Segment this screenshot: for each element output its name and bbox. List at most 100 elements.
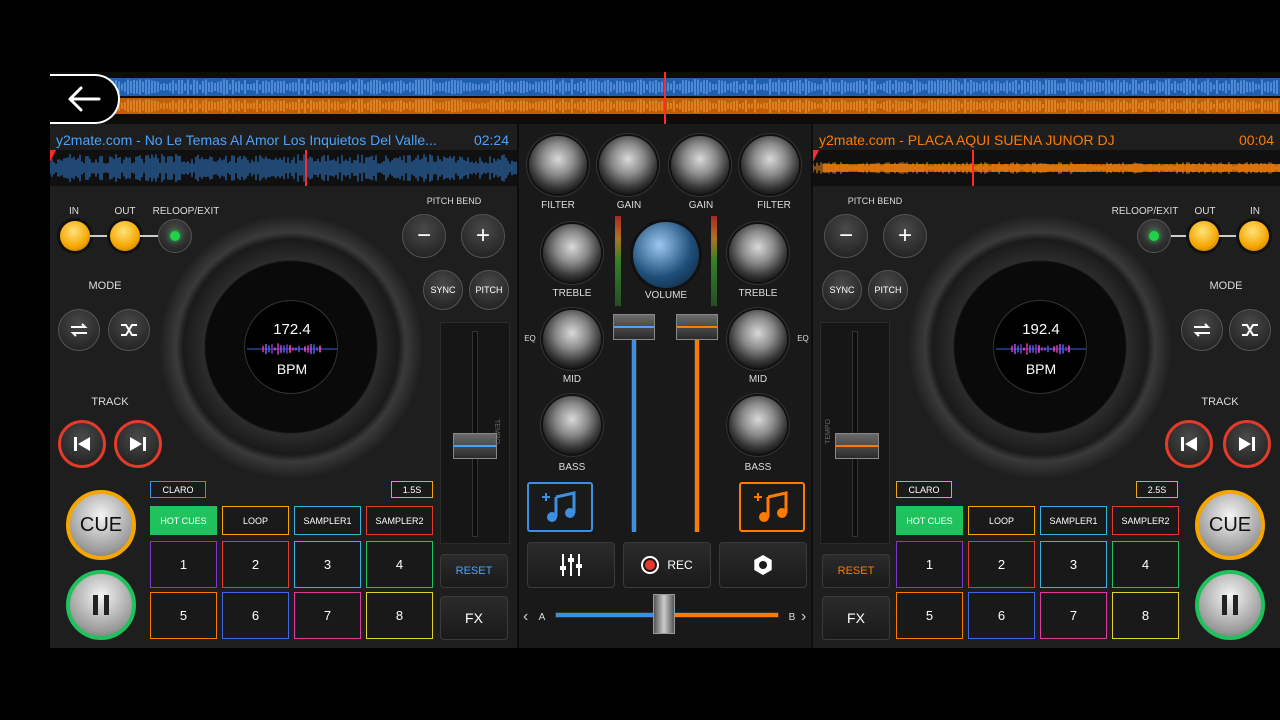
left-out-button[interactable]	[110, 221, 140, 251]
master-volume-knob[interactable]	[633, 222, 699, 288]
right-music-library-button[interactable]	[739, 482, 805, 532]
left-loop-length[interactable]: 1.5S	[391, 481, 433, 498]
left-prev-track-button[interactable]	[58, 420, 106, 468]
right-pad-8[interactable]: 8	[1112, 592, 1179, 639]
record-button[interactable]: REC	[623, 542, 711, 588]
left-sync-button[interactable]: SYNC	[423, 270, 463, 310]
right-pitch-plus-button[interactable]: +	[883, 214, 927, 258]
left-mid-knob[interactable]	[543, 310, 601, 368]
left-tempo-label: TEMPO	[493, 419, 500, 444]
right-channel-fader-handle[interactable]	[676, 314, 718, 340]
left-pad-8[interactable]: 8	[366, 592, 433, 639]
left-tab-sampler2[interactable]: SAMPLER2	[366, 506, 433, 535]
left-reset-button[interactable]: RESET	[440, 554, 508, 588]
left-tempo-handle[interactable]	[453, 433, 497, 459]
right-eq-label: EQ	[797, 334, 809, 343]
left-out-label: OUT	[114, 206, 136, 217]
left-cue-button[interactable]: CUE	[66, 490, 136, 560]
left-music-library-button[interactable]	[527, 482, 593, 532]
left-pad-3[interactable]: 3	[294, 541, 361, 588]
right-mini-waveform[interactable]	[812, 150, 1280, 186]
right-fx-button[interactable]: FX	[822, 596, 890, 640]
left-mini-waveform[interactable]	[49, 150, 517, 186]
right-reset-button[interactable]: RESET	[822, 554, 890, 588]
right-tempo-handle[interactable]	[835, 433, 879, 459]
left-claro-button[interactable]: CLARO	[150, 481, 206, 498]
right-play-pause-button[interactable]	[1195, 570, 1265, 640]
left-pad-4[interactable]: 4	[366, 541, 433, 588]
left-pad-6[interactable]: 6	[222, 592, 289, 639]
right-prev-track-button[interactable]	[1165, 420, 1213, 468]
left-pad-5[interactable]: 5	[150, 592, 217, 639]
right-mid-knob[interactable]	[729, 310, 787, 368]
left-in-button[interactable]	[60, 221, 90, 251]
left-fx-button[interactable]: FX	[440, 596, 508, 640]
left-pad-2[interactable]: 2	[222, 541, 289, 588]
left-filter-knob[interactable]	[529, 136, 587, 194]
reloop-led-icon	[1149, 231, 1159, 241]
right-claro-button[interactable]: CLARO	[896, 481, 952, 498]
right-pad-3[interactable]: 3	[1040, 541, 1107, 588]
right-out-button[interactable]	[1189, 221, 1219, 251]
left-tab-hot-cues[interactable]: HOT CUES	[150, 506, 217, 535]
right-treble-knob[interactable]	[729, 224, 787, 282]
right-pitch-bend-label: PITCH BEND	[847, 196, 903, 206]
left-tempo-slider[interactable]: TEMPO	[440, 322, 510, 544]
left-pitch-minus-button[interactable]: −	[402, 214, 446, 258]
left-repeat-button[interactable]	[58, 309, 100, 351]
left-shuffle-button[interactable]	[108, 309, 150, 351]
right-cue-button[interactable]: CUE	[1195, 490, 1265, 560]
right-filter-knob[interactable]	[741, 136, 799, 194]
left-bass-label: BASS	[558, 462, 586, 473]
right-bass-knob[interactable]	[729, 396, 787, 454]
right-in-button[interactable]	[1239, 221, 1269, 251]
left-treble-knob[interactable]	[543, 224, 601, 282]
right-pad-4[interactable]: 4	[1112, 541, 1179, 588]
left-play-pause-button[interactable]	[66, 570, 136, 640]
left-bass-knob[interactable]	[543, 396, 601, 454]
right-repeat-button[interactable]	[1181, 309, 1223, 351]
settings-button[interactable]	[719, 542, 807, 588]
right-gain-label: GAIN	[688, 200, 714, 211]
right-tab-hot-cues[interactable]: HOT CUES	[896, 506, 963, 535]
crossfader-right-chevron[interactable]: ›	[801, 608, 806, 626]
right-reloop-button[interactable]	[1137, 219, 1171, 253]
right-loop-length[interactable]: 2.5S	[1136, 481, 1178, 498]
crossfader-handle[interactable]	[653, 594, 675, 634]
left-vu-meter	[615, 216, 621, 306]
left-pad-7[interactable]: 7	[294, 592, 361, 639]
back-button[interactable]	[50, 74, 120, 124]
right-tab-sampler1[interactable]: SAMPLER1	[1040, 506, 1107, 535]
left-tab-sampler1[interactable]: SAMPLER1	[294, 506, 361, 535]
right-pad-6[interactable]: 6	[968, 592, 1035, 639]
left-gain-knob[interactable]	[599, 136, 657, 194]
left-deck: y2mate.com - No Le Temas Al Amor Los Inq…	[49, 124, 517, 648]
record-label: REC	[667, 558, 693, 572]
left-channel-fader-handle[interactable]	[613, 314, 655, 340]
left-pitch-button[interactable]: PITCH	[469, 270, 509, 310]
right-tab-loop[interactable]: LOOP	[968, 506, 1035, 535]
equalizer-settings-button[interactable]	[527, 542, 615, 588]
right-tab-sampler2[interactable]: SAMPLER2	[1112, 506, 1179, 535]
shuffle-icon	[121, 324, 137, 336]
left-pitch-plus-button[interactable]: +	[461, 214, 505, 258]
left-reloop-button[interactable]	[158, 219, 192, 253]
right-tempo-label: TEMPO	[825, 419, 832, 444]
right-next-track-button[interactable]	[1223, 420, 1271, 468]
right-pitch-minus-button[interactable]: −	[824, 214, 868, 258]
right-pad-2[interactable]: 2	[968, 541, 1035, 588]
overview-waveform[interactable]	[49, 72, 1280, 124]
left-next-track-button[interactable]	[114, 420, 162, 468]
right-pitch-button[interactable]: PITCH	[868, 270, 908, 310]
crossfader-left-chevron[interactable]: ‹	[523, 608, 528, 626]
left-pad-1[interactable]: 1	[150, 541, 217, 588]
right-gain-knob[interactable]	[671, 136, 729, 194]
right-tempo-slider[interactable]: TEMPO	[820, 322, 890, 544]
left-tab-loop[interactable]: LOOP	[222, 506, 289, 535]
right-pad-7[interactable]: 7	[1040, 592, 1107, 639]
right-pad-5[interactable]: 5	[896, 592, 963, 639]
right-shuffle-button[interactable]	[1229, 309, 1271, 351]
right-pad-1[interactable]: 1	[896, 541, 963, 588]
right-sync-button[interactable]: SYNC	[822, 270, 862, 310]
left-mode-label: MODE	[88, 280, 122, 292]
